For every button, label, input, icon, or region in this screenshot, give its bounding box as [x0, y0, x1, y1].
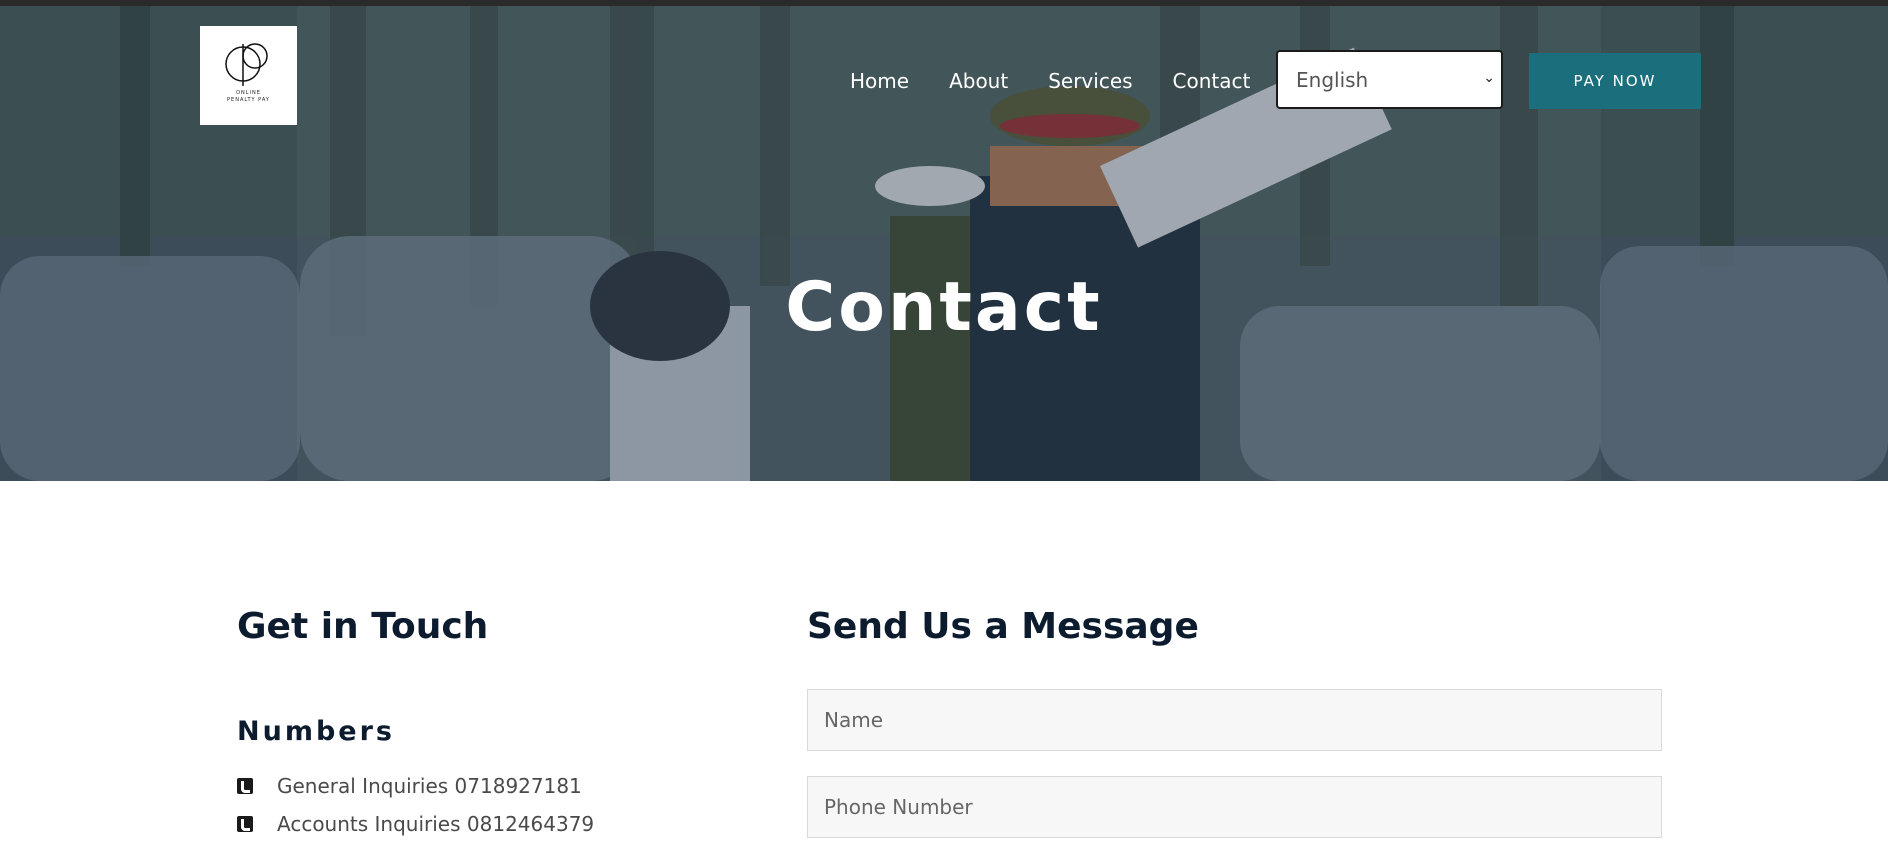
contact-number-accounts[interactable]: Accounts Inquiries 0812464379	[237, 812, 594, 836]
phone-icon	[237, 778, 253, 794]
contact-number-general[interactable]: General Inquiries 0718927181	[237, 774, 582, 798]
phone-number-input[interactable]: Phone Number	[807, 776, 1662, 838]
logo-mark-icon	[224, 43, 268, 86]
nav-services[interactable]: Services	[1048, 69, 1132, 93]
pay-now-button[interactable]: PAY NOW	[1529, 53, 1701, 109]
main-nav: Home About Services Contact	[850, 66, 1290, 96]
get-in-touch-heading: Get in Touch	[237, 606, 489, 647]
name-input-placeholder: Name	[824, 708, 884, 732]
language-select[interactable]: English ⌄	[1276, 50, 1503, 109]
chevron-down-icon: ⌄	[1483, 70, 1495, 86]
contact-number-label: General Inquiries 0718927181	[277, 774, 582, 798]
phone-icon	[237, 816, 253, 832]
nav-home[interactable]: Home	[850, 69, 909, 93]
logo-text-line1: ONLINE	[236, 90, 261, 96]
logo-text-line2: PENALTY PAY	[227, 97, 270, 103]
phone-number-input-placeholder: Phone Number	[824, 795, 973, 819]
contact-number-label: Accounts Inquiries 0812464379	[277, 812, 595, 836]
send-message-heading: Send Us a Message	[807, 606, 1199, 647]
hero-banner: ONLINE PENALTY PAY Home About Services C…	[0, 6, 1888, 481]
name-input[interactable]: Name	[807, 689, 1662, 751]
site-logo[interactable]: ONLINE PENALTY PAY	[200, 26, 297, 125]
nav-contact[interactable]: Contact	[1173, 69, 1251, 93]
numbers-heading: Numbers	[237, 716, 395, 747]
nav-about[interactable]: About	[949, 69, 1008, 93]
page-title: Contact	[785, 268, 1103, 347]
language-select-value: English	[1296, 67, 1369, 92]
